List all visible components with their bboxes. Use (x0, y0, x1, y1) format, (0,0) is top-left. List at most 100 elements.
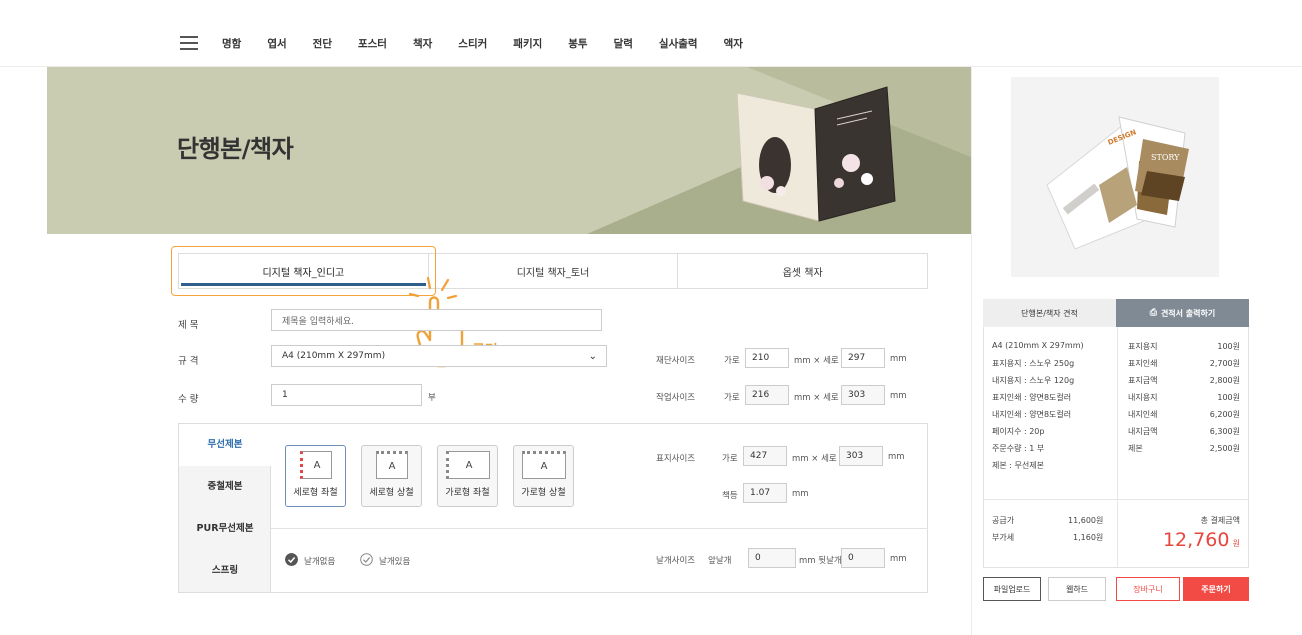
price-item-name: 제본 (1128, 444, 1143, 453)
cut-height-input[interactable]: 297 (841, 348, 885, 368)
story-cover-text: STORY (1151, 153, 1180, 162)
price-item-value: 2,500원 (1209, 444, 1240, 453)
total-price-value: 12,760 (1162, 529, 1230, 551)
nav-item-envelope[interactable]: 봉투 (568, 36, 587, 51)
nav-item-package[interactable]: 패키지 (513, 36, 542, 51)
spec-label: 규 격 (178, 356, 199, 367)
binding-type-label: 가로형 좌철 (445, 488, 490, 498)
hamburger-menu-icon[interactable] (180, 36, 198, 50)
work-width-label: 가로 (724, 393, 740, 403)
binding-option-pur[interactable]: PUR무선제본 (179, 508, 271, 550)
tab-digital-indigo[interactable]: 디지털 책자_인디고 (179, 254, 429, 288)
vat-label: 부가세 (992, 533, 1015, 542)
back-wing-unit: mm (890, 554, 907, 564)
work-height-value: 303 (841, 385, 885, 405)
title-label: 제 목 (178, 320, 199, 331)
price-item-value: 2,700원 (1209, 359, 1240, 368)
wing-size-label: 날개사이즈 (656, 556, 696, 566)
front-wing-value: 0 (748, 548, 796, 568)
price-item-name: 내지금액 (1128, 427, 1158, 436)
price-item-value: 100원 (1217, 393, 1240, 402)
cover-size-label: 표지사이즈 (656, 454, 696, 464)
booklet-preview-illustration: STORY DESIGN (1046, 116, 1189, 250)
order-button[interactable]: 주문하기 (1183, 577, 1249, 601)
webhard-button[interactable]: 웹하드 (1048, 577, 1106, 601)
wing-none-label[interactable]: 날개없음 (304, 555, 335, 567)
page-title: 단행본/책자 (177, 135, 294, 163)
front-wing-unit: mm 뒷날개 (799, 556, 842, 566)
title-input[interactable]: 제목을 입력하세요. (271, 309, 602, 331)
binding-method-list: 무선제본 중철제본 PUR무선제본 스프링 (179, 424, 271, 592)
binding-option-saddle[interactable]: 중철제본 (179, 466, 271, 508)
quantity-input[interactable]: 1 (271, 384, 422, 406)
product-tabs: 디지털 책자_인디고 디지털 책자_토너 옵셋 책자 (178, 253, 928, 289)
cut-size-label: 재단사이즈 (656, 356, 696, 366)
radio-unchecked-icon[interactable] (360, 553, 373, 566)
file-upload-button[interactable]: 파일업로드 (983, 577, 1041, 601)
nav-item-business-card[interactable]: 명함 (222, 36, 241, 51)
cover-width-value: 427 (743, 446, 787, 466)
spec-select[interactable]: A4 (210mm X 297mm) ⌄ (271, 345, 607, 367)
binding-divider (271, 528, 928, 529)
chevron-down-icon: ⌄ (588, 351, 597, 362)
nav-item-booklet[interactable]: 책자 (413, 36, 432, 51)
price-item-value: 6,200원 (1209, 410, 1240, 419)
spec-line: A4 (210mm X 297mm) (992, 341, 1084, 350)
spec-line: 주문수량 : 1 부 (992, 444, 1045, 453)
nav-item-postcard[interactable]: 엽서 (267, 36, 286, 51)
binding-type-horizontal-left[interactable]: A 가로형 좌철 (437, 445, 498, 507)
tab-offset[interactable]: 옵셋 책자 (678, 254, 927, 288)
price-item-name: 내지인쇄 (1128, 410, 1158, 419)
vat-value: 1,160원 (1073, 533, 1104, 542)
binding-type-label: 세로형 좌철 (293, 488, 338, 498)
price-item-name: 내지용지 (1128, 393, 1158, 402)
nav-item-large-print[interactable]: 실사출력 (659, 36, 698, 51)
binding-type-vertical-left[interactable]: A 세로형 좌철 (285, 445, 346, 507)
binding-type-vertical-top[interactable]: A 세로형 상철 (361, 445, 422, 507)
price-item-value: 6,300원 (1209, 427, 1240, 436)
estimate-tab[interactable]: 단행본/책자 견적 (983, 299, 1116, 327)
spec-line: 제본 : 무선제본 (992, 461, 1044, 470)
binding-type-horizontal-top[interactable]: A 가로형 상철 (513, 445, 574, 507)
spec-line: 페이지수 : 20p (992, 427, 1045, 436)
price-item-value: 100원 (1217, 342, 1240, 351)
cover-height-unit: mm (888, 452, 905, 462)
spec-line: 표지용지 : 스노우 250g (992, 359, 1075, 368)
wing-yes-label[interactable]: 날개있음 (379, 555, 410, 567)
front-wing-label: 앞날개 (708, 556, 732, 566)
spine-value: 1.07 (743, 483, 787, 503)
cover-width-label: 가로 (722, 454, 738, 464)
cover-height-value: 303 (839, 446, 883, 466)
spec-line: 내지인쇄 : 양면8도컬러 (992, 410, 1072, 419)
binding-option-perfect[interactable]: 무선제본 (179, 424, 271, 466)
cut-width-input[interactable]: 210 (745, 348, 789, 368)
print-estimate-button[interactable]: ⎙ 견적서 출력하기 (1116, 299, 1249, 327)
quantity-unit: 부 (428, 393, 436, 403)
nav-item-sticker[interactable]: 스티커 (458, 36, 487, 51)
nav-item-calendar[interactable]: 달력 (614, 36, 633, 51)
radio-checked-icon[interactable] (285, 553, 298, 566)
hero-banner: 단행본/책자 (47, 67, 971, 234)
total-price: 12,760 원 (1163, 529, 1240, 551)
nav-item-poster[interactable]: 포스터 (358, 36, 387, 51)
price-item-name: 표지인쇄 (1128, 359, 1158, 368)
work-height-unit: mm (890, 391, 907, 401)
supply-price-label: 공급가 (992, 516, 1015, 525)
top-navigation: 명함 엽서 전단 포스터 책자 스티커 패키지 봉투 달력 실사출력 액자 (0, 0, 1302, 67)
spine-label: 책등 (722, 491, 738, 501)
total-label: 총 결제금액 (1200, 516, 1240, 525)
binding-option-spring[interactable]: 스프링 (179, 550, 271, 592)
category-menu: 명함 엽서 전단 포스터 책자 스티커 패키지 봉투 달력 실사출력 액자 (222, 36, 769, 51)
work-size-label: 작업사이즈 (656, 393, 696, 403)
estimate-tabs: 단행본/책자 견적 ⎙ 견적서 출력하기 (983, 299, 1249, 327)
estimate-row-divider (984, 499, 1248, 500)
cart-button[interactable]: 장바구니 (1116, 577, 1180, 601)
work-width-value: 216 (745, 385, 789, 405)
open-book-illustration (736, 86, 896, 222)
nav-item-flyer[interactable]: 전단 (313, 36, 332, 51)
document-icon: A (300, 451, 332, 479)
price-item-name: 표지금액 (1128, 376, 1158, 385)
price-item-value: 2,800원 (1209, 376, 1240, 385)
estimate-details: A4 (210mm X 297mm) 표지용지 : 스노우 250g 내지용지 … (983, 327, 1249, 568)
nav-item-frame[interactable]: 액자 (724, 36, 743, 51)
